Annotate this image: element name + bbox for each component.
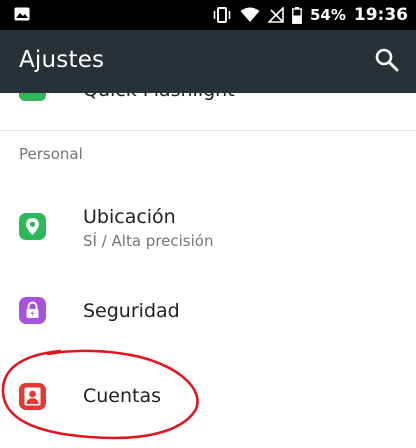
- list-item-label: Cuentas: [83, 385, 162, 407]
- battery-icon: [292, 6, 302, 24]
- wifi-icon: [240, 7, 260, 22]
- list-item-label: Seguridad: [83, 300, 180, 322]
- app-bar: Ajustes: [0, 30, 416, 93]
- list-item-location[interactable]: Ubicación SÍ / Alta precisión: [0, 195, 416, 275]
- page-title: Ajustes: [19, 47, 105, 73]
- list-item-quick-flashlight[interactable]: Quick Flashlight: [0, 93, 416, 131]
- vibrate-icon: [213, 7, 231, 23]
- search-icon[interactable]: [372, 45, 402, 75]
- lock-icon: [19, 297, 46, 324]
- no-sim-icon: [267, 7, 284, 23]
- gallery-icon: [14, 7, 30, 21]
- list-item-label: Ubicación: [83, 206, 176, 228]
- status-icons: 54% 19:36: [212, 0, 408, 30]
- location-icon: [19, 213, 46, 240]
- list-item-accounts[interactable]: Cuentas: [0, 365, 416, 428]
- divider: [0, 130, 416, 131]
- section-header: Personal: [19, 145, 83, 163]
- clock: 19:36: [353, 5, 408, 25]
- battery-percent: 54%: [309, 6, 346, 24]
- list-item-security[interactable]: Seguridad: [0, 280, 416, 343]
- account-icon: [19, 383, 46, 410]
- list-item-label: Quick Flashlight: [83, 93, 235, 101]
- status-bar: 54% 19:36: [0, 0, 416, 30]
- list-item-summary: SÍ / Alta precisión: [83, 232, 214, 250]
- flashlight-icon: [19, 93, 46, 101]
